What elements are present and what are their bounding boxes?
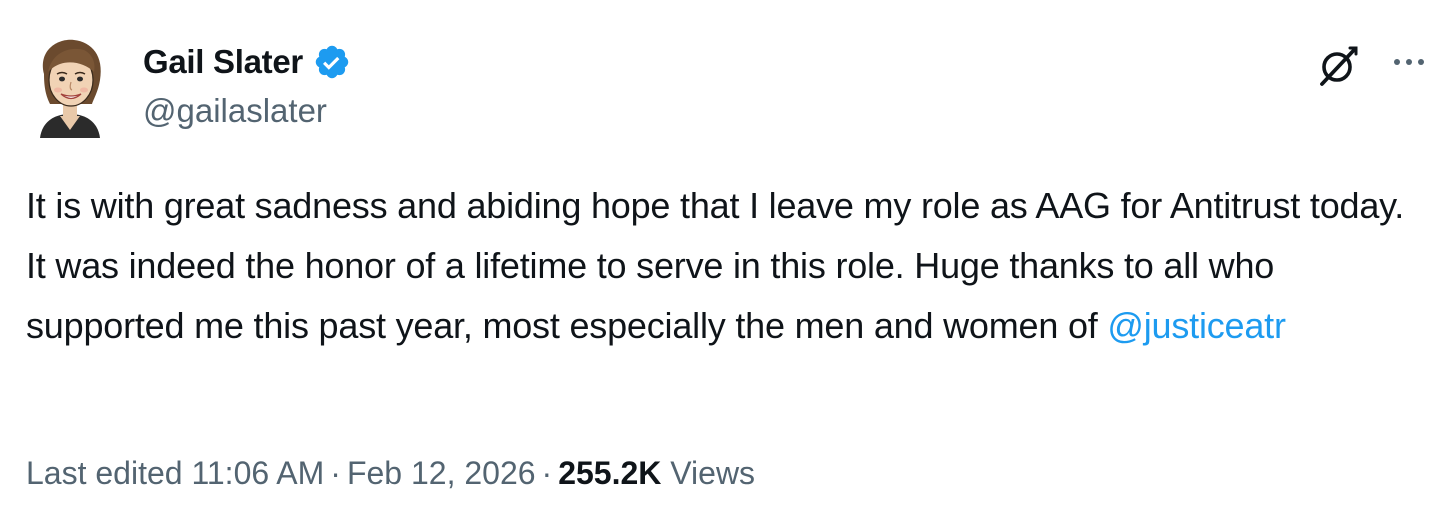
author-name[interactable]: Gail Slater <box>143 43 303 81</box>
grok-icon[interactable] <box>1316 44 1360 88</box>
tweet-meta: Last edited 11:06 AM · Feb 12, 2026 · 255.2K… <box>26 455 755 492</box>
tweet-card: Gail Slater @gailaslater It is with grea… <box>0 0 1444 514</box>
verified-badge-icon <box>313 43 351 81</box>
tweet-date[interactable]: Feb 12, 2026 <box>347 455 536 491</box>
avatar-portrait-icon <box>40 39 101 138</box>
separator: · <box>330 455 341 491</box>
tweet-time[interactable]: 11:06 AM <box>191 455 324 491</box>
author-name-row: Gail Slater <box>143 40 351 84</box>
more-icon[interactable] <box>1392 50 1426 74</box>
views-label: Views <box>670 455 756 491</box>
edited-label[interactable]: Last edited <box>26 455 183 491</box>
tweet-text: It is with great sadness and abiding hop… <box>26 176 1426 356</box>
avatar[interactable] <box>30 34 110 138</box>
separator: · <box>541 455 553 491</box>
views-count: 255.2K <box>558 455 662 491</box>
author-handle[interactable]: @gailaslater <box>143 92 327 130</box>
mention-link[interactable]: @justiceatr <box>1107 305 1286 346</box>
